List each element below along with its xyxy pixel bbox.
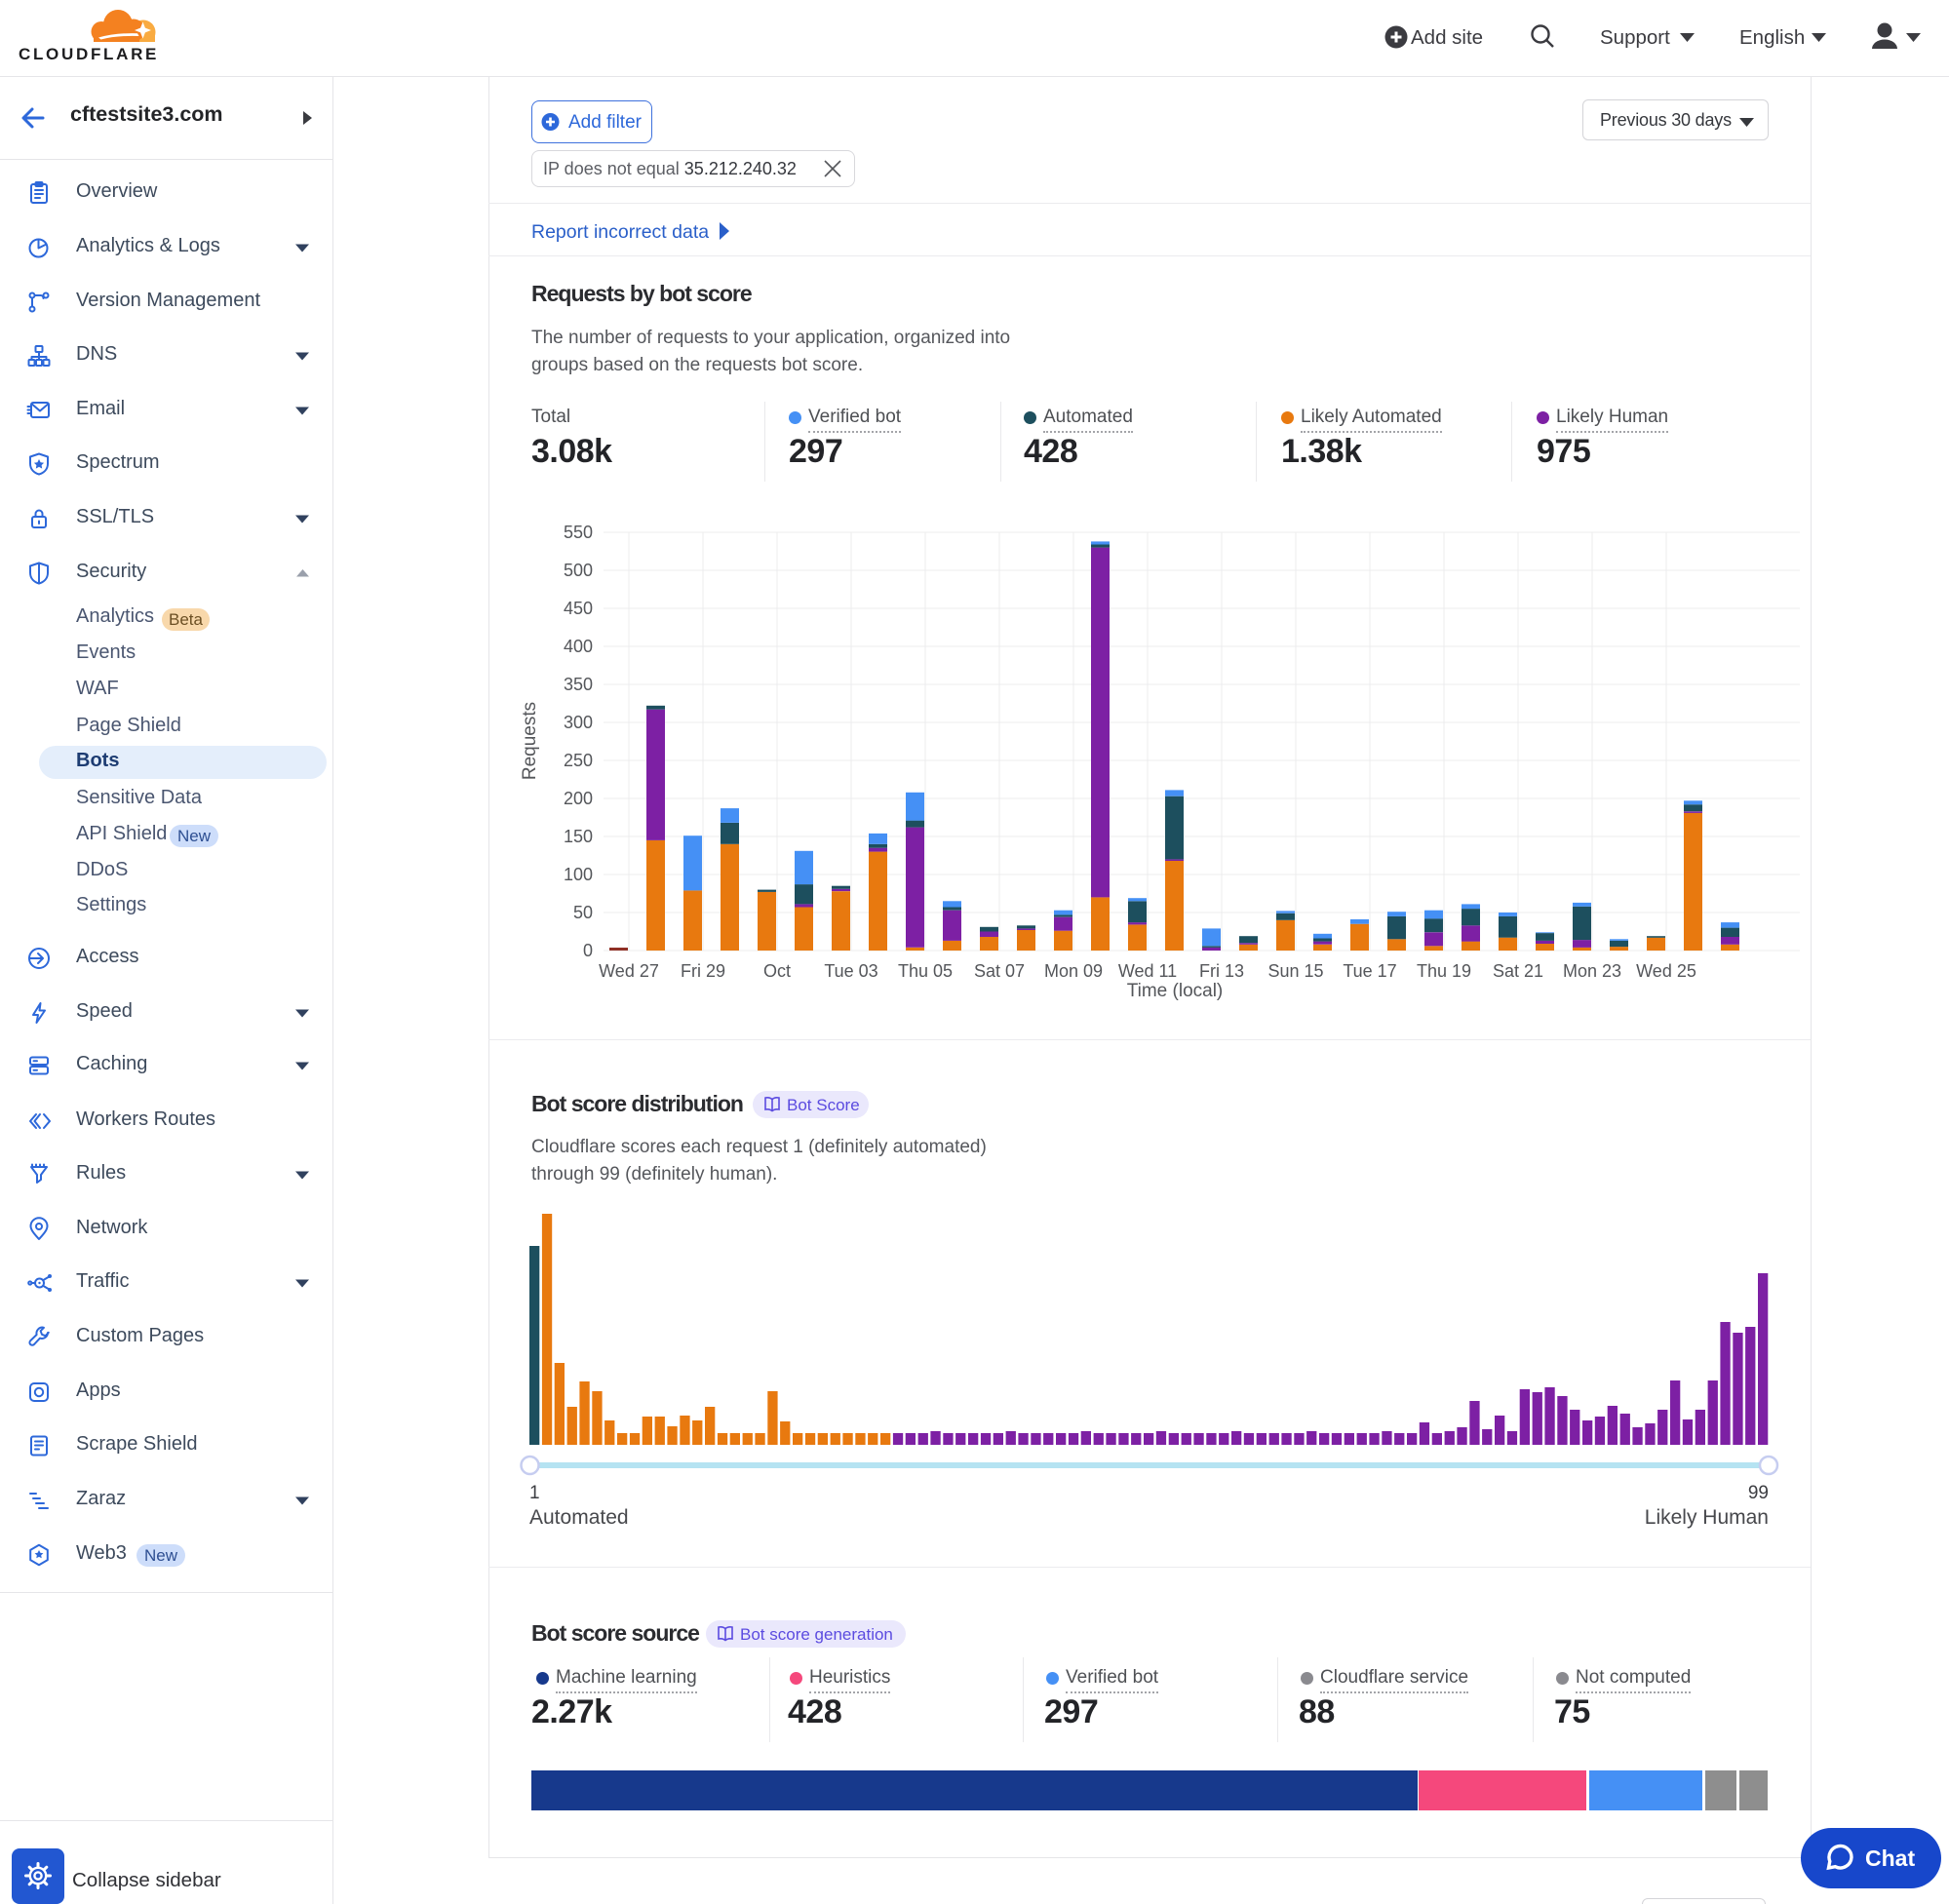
svg-text:Add site: Add site (1411, 26, 1483, 49)
svg-text:English: English (1739, 26, 1805, 49)
svg-text:Support: Support (1600, 26, 1670, 49)
